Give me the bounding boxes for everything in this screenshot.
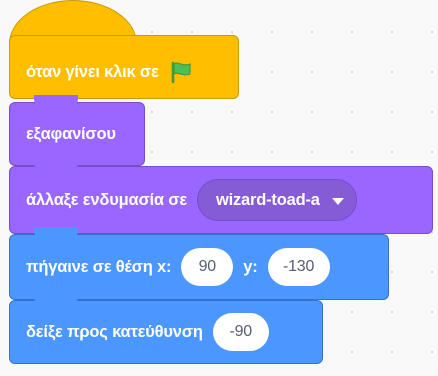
go-to-xy-label: πήγαινε σε θέση x: [26, 257, 172, 276]
hide-label: εξαφανίσου [26, 124, 116, 143]
green-flag-icon [171, 61, 191, 83]
direction-input[interactable]: -90 [212, 313, 269, 351]
when-flag-clicked-label: όταν γίνει κλικ σε [26, 62, 159, 81]
point-in-direction-block[interactable]: δείξε προς κατεύθυνση -90 [9, 293, 323, 364]
y-input[interactable]: -130 [267, 248, 330, 286]
costume-dropdown-value: wizard-toad-a [215, 190, 320, 209]
costume-dropdown[interactable]: wizard-toad-a [196, 179, 357, 221]
dropdown-caret-icon [331, 197, 344, 205]
hide-block[interactable]: εξαφανίσου [9, 95, 145, 166]
scripts-canvas[interactable]: όταν γίνει κλικ σε εξαφανίσου άλλαξε ενδ… [0, 0, 438, 376]
when-flag-clicked-block[interactable]: όταν γίνει κλικ σε [9, 35, 239, 99]
y-label: y: [243, 257, 258, 276]
switch-costume-label: άλλαξε ενδυμασία σε [26, 190, 187, 209]
switch-costume-block[interactable]: άλλαξε ενδυμασία σε wizard-toad-a [9, 159, 433, 234]
point-in-direction-label: δείξε προς κατεύθυνση [26, 322, 203, 341]
go-to-xy-block[interactable]: πήγαινε σε θέση x: 90 y: -130 [9, 227, 389, 300]
x-input[interactable]: 90 [181, 248, 234, 286]
